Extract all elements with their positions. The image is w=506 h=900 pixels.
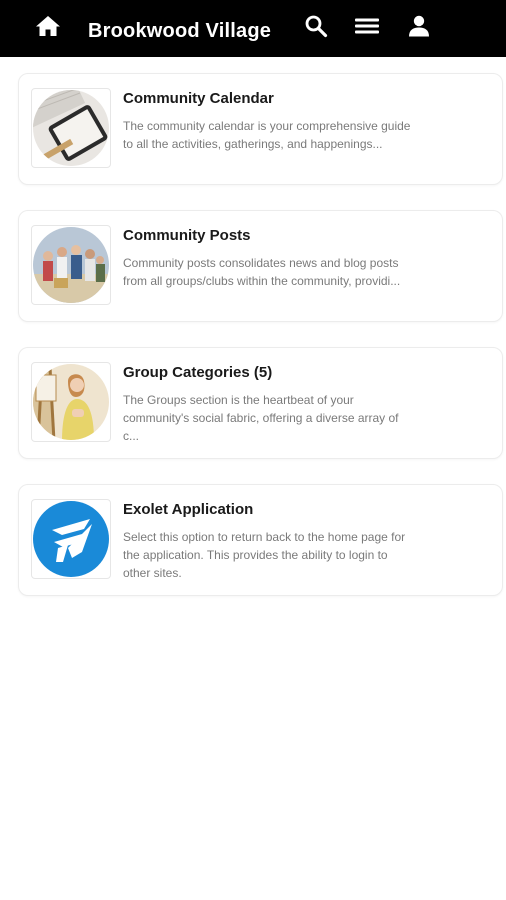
group-categories-thumbnail — [31, 362, 111, 442]
search-icon — [304, 14, 328, 43]
home-icon — [35, 15, 61, 42]
user-icon — [408, 15, 430, 42]
community-posts-thumbnail — [31, 225, 111, 305]
card-description: Community posts consolidates news and bl… — [123, 256, 401, 288]
card-description: Select this option to return back to the… — [123, 530, 406, 580]
menu-card-community-calendar[interactable]: Community Calendar The community calenda… — [18, 73, 503, 185]
menu-card-group-categories[interactable]: Group Categories (5) The Groups section … — [18, 347, 503, 459]
exolet-logo-icon — [32, 500, 110, 578]
card-description: The Groups section is the heartbeat of y… — [123, 393, 399, 443]
profile-button[interactable] — [402, 0, 436, 57]
top-app-bar: Brookwood Village — [0, 0, 506, 57]
app-title: Brookwood Village — [88, 20, 272, 42]
home-button[interactable] — [30, 0, 66, 57]
card-description: The community calendar is your comprehen… — [123, 119, 411, 151]
card-title: Community Posts — [123, 227, 251, 244]
menu-card-community-posts[interactable]: Community Posts Community posts consolid… — [18, 210, 503, 322]
menu-icon — [355, 17, 379, 40]
exolet-logo-thumbnail — [31, 499, 111, 579]
card-title: Exolet Application — [123, 501, 254, 518]
menu-card-exolet-application[interactable]: Exolet Application Select this option to… — [18, 484, 503, 596]
card-title: Group Categories (5) — [123, 364, 273, 381]
community-calendar-thumbnail — [31, 88, 111, 168]
card-title: Community Calendar — [123, 90, 274, 107]
menu-button[interactable] — [350, 0, 384, 57]
search-button[interactable] — [300, 0, 332, 57]
